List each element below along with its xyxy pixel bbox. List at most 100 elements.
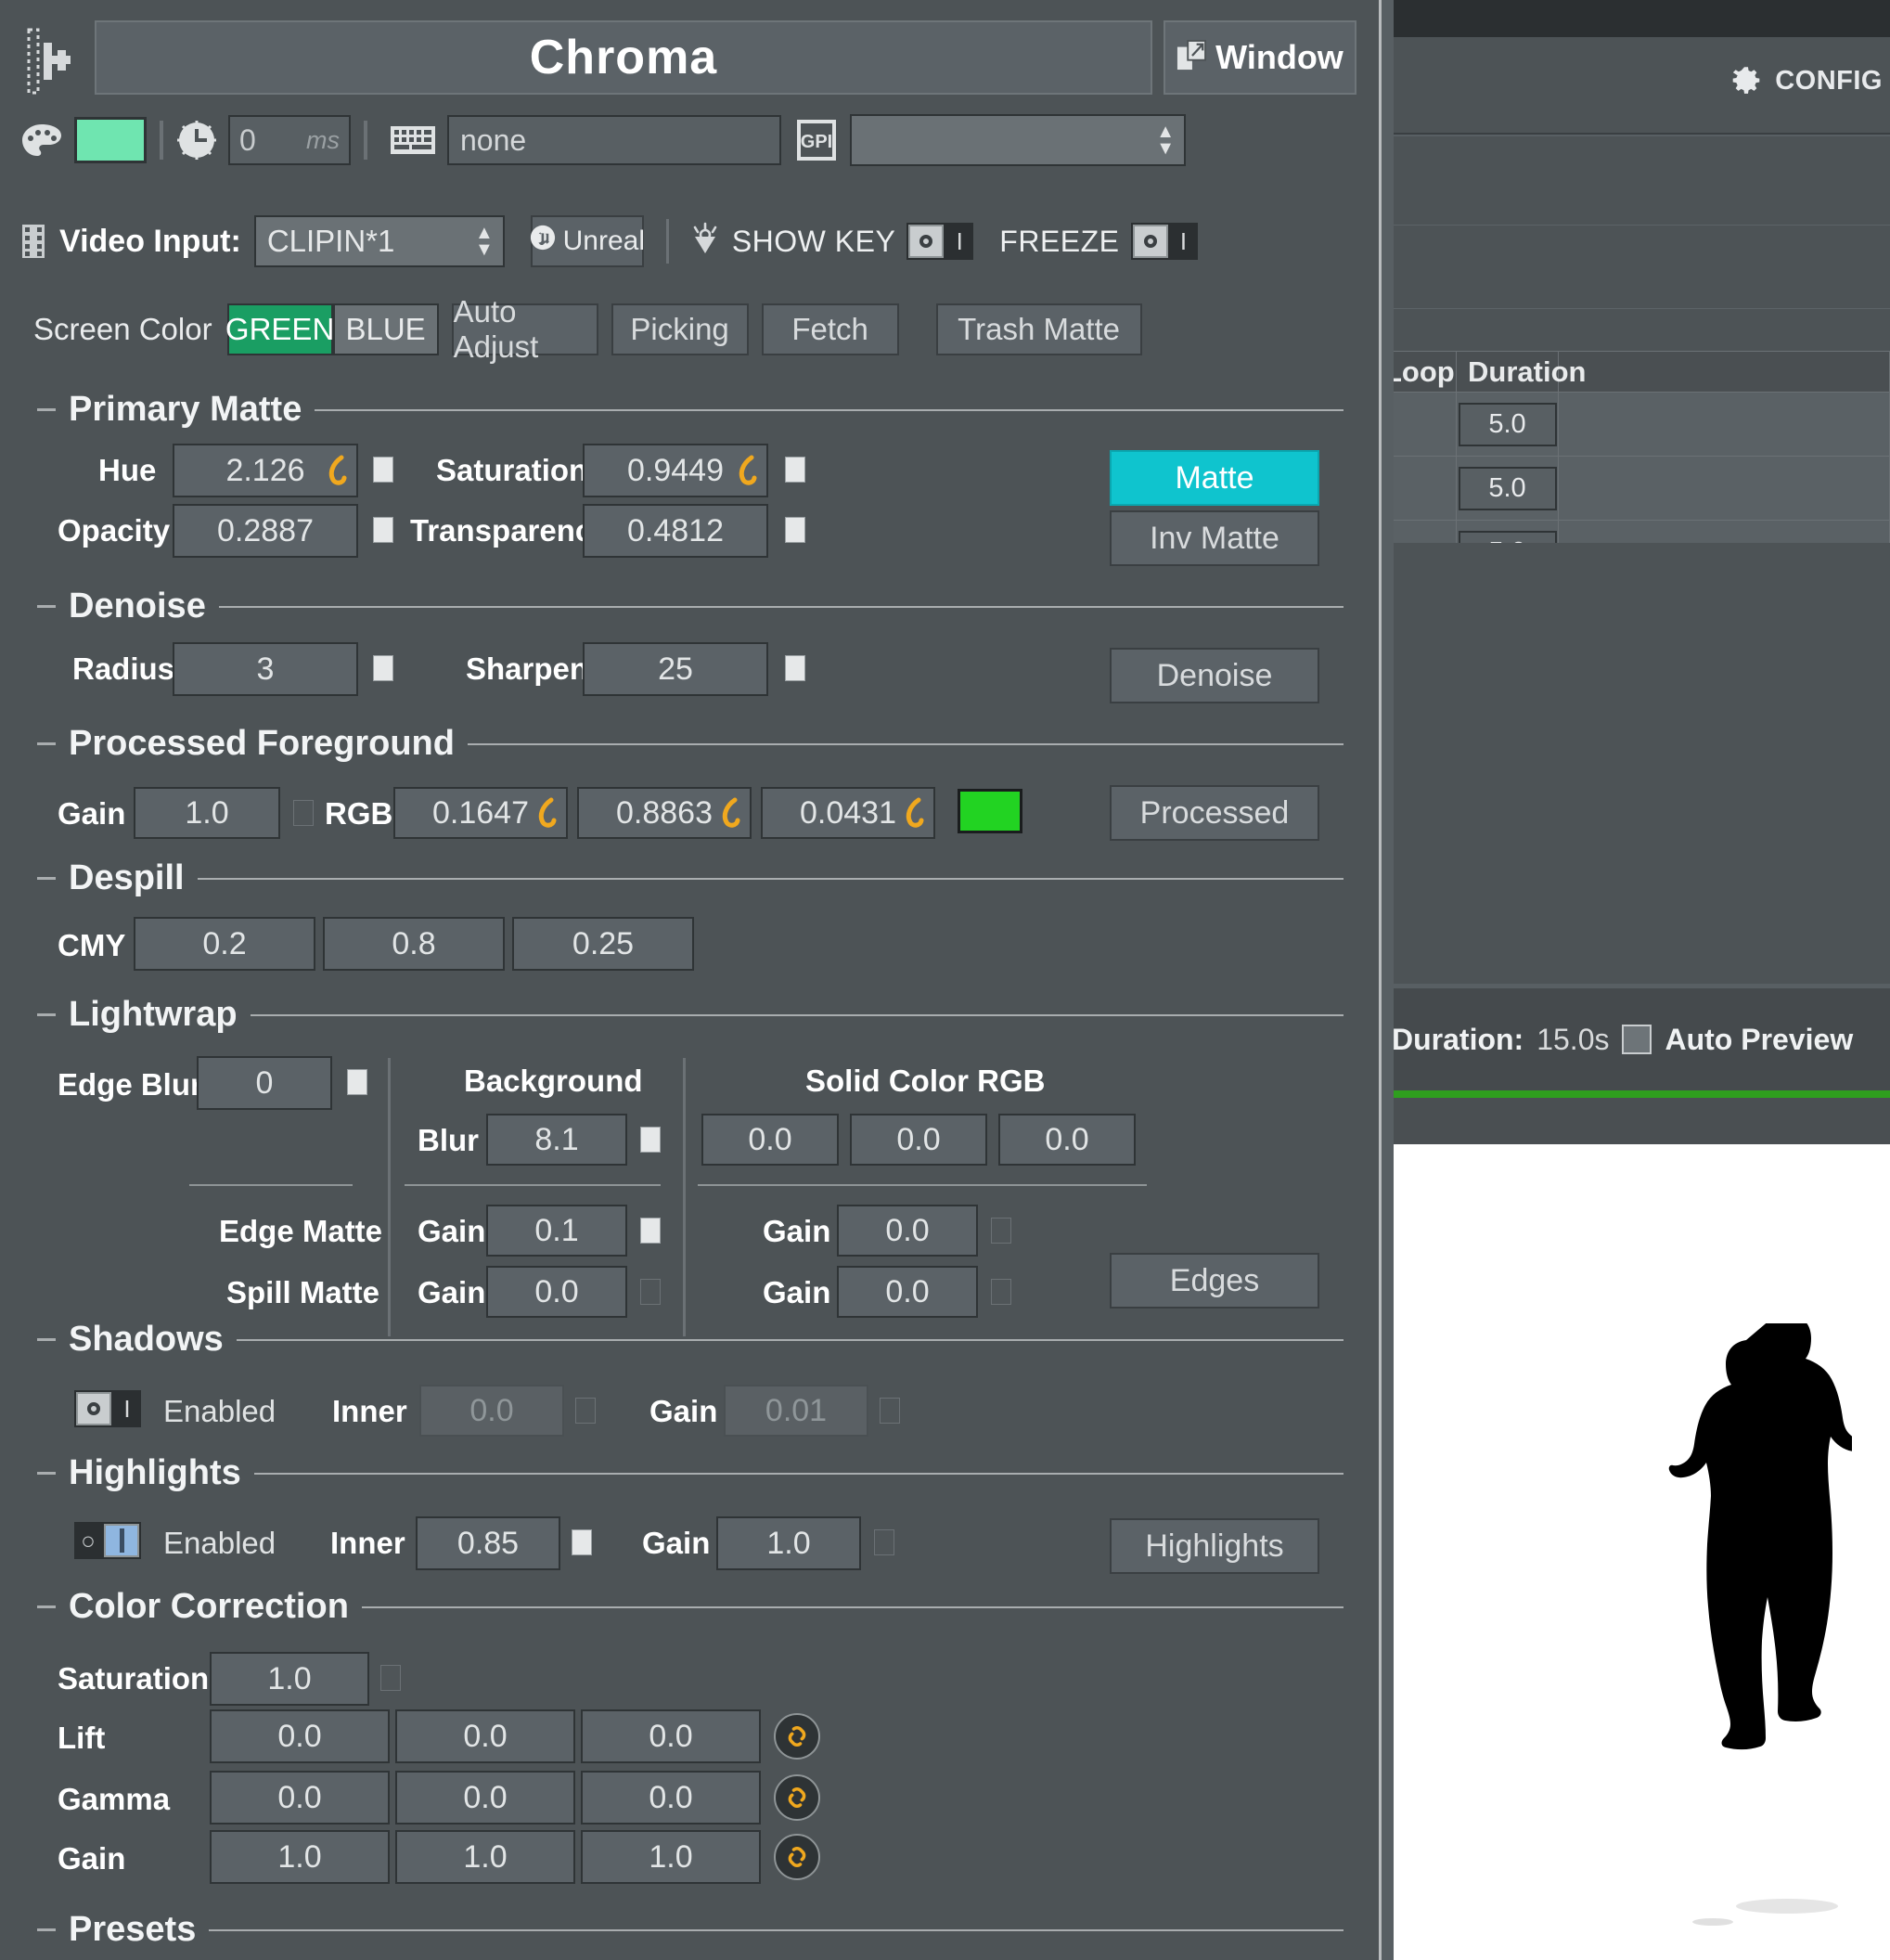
shortcut-field[interactable]: none [447, 115, 781, 165]
solid-g-field[interactable]: 0.0 [850, 1114, 987, 1166]
pfg-color-preview[interactable] [958, 789, 1022, 833]
sharpen-keyframe-toggle[interactable] [785, 655, 805, 681]
edge-matte-bg-gain-field[interactable]: 0.1 [486, 1205, 627, 1257]
table-row[interactable]: 5.0 [1373, 393, 1890, 457]
saturation-keyframe-toggle[interactable] [785, 457, 805, 483]
screen-color-blue[interactable]: BLUE [333, 303, 439, 355]
curve-icon [718, 797, 742, 829]
pfg-b-field[interactable]: 0.0431 [761, 787, 935, 839]
chain-link-icon[interactable] [774, 1713, 820, 1760]
solid-r-field[interactable]: 0.0 [701, 1114, 839, 1166]
cc-saturation-keyframe-toggle[interactable] [380, 1665, 401, 1691]
table-row[interactable]: 5.0 [1373, 457, 1890, 521]
transparency-field[interactable]: 0.4812 [583, 504, 768, 558]
radius-field[interactable]: 3 [173, 642, 358, 696]
highlights-group-header: Highlights [37, 1453, 1344, 1493]
despill-c-field[interactable]: 0.2 [134, 917, 315, 971]
inv-matte-button[interactable]: Inv Matte [1110, 510, 1319, 566]
page-title: Chroma [530, 30, 717, 85]
shadows-gain-field[interactable]: 0.01 [724, 1385, 868, 1437]
edge-blur-field[interactable]: 0 [197, 1056, 332, 1110]
config-button[interactable]: CONFIG [1730, 65, 1883, 97]
cell-duration[interactable]: 5.0 [1457, 457, 1559, 520]
cc-gamma-b-field[interactable]: 0.0 [581, 1771, 761, 1825]
column-divider [388, 1058, 391, 1336]
bg-blur-keyframe-toggle[interactable] [640, 1127, 661, 1153]
window-button[interactable]: Window [1164, 20, 1356, 95]
chain-link-icon[interactable] [774, 1774, 820, 1821]
palette-icon[interactable] [20, 122, 63, 158]
chain-link-icon[interactable] [774, 1834, 820, 1880]
matte-button[interactable]: Matte [1110, 450, 1319, 506]
show-key-toggle[interactable]: I [906, 223, 973, 260]
trash-matte-button[interactable]: Trash Matte [936, 303, 1142, 355]
screen-color-green[interactable]: GREEN [227, 303, 333, 355]
fetch-button[interactable]: Fetch [762, 303, 899, 355]
duration-field[interactable]: 5.0 [1459, 403, 1557, 446]
color-swatch[interactable] [74, 117, 147, 163]
pfg-g-field[interactable]: 0.8863 [577, 787, 752, 839]
delay-field[interactable]: 0 ms [228, 115, 351, 165]
gpi-select[interactable]: ▲▼ [850, 114, 1186, 166]
edge-blur-keyframe-toggle[interactable] [347, 1069, 367, 1095]
cc-gamma-g-field[interactable]: 0.0 [395, 1771, 575, 1825]
despill-m-field[interactable]: 0.8 [323, 917, 505, 971]
delay-value: 0 [239, 123, 256, 158]
cc-gain-g-field[interactable]: 1.0 [395, 1830, 575, 1884]
processed-button[interactable]: Processed [1110, 785, 1319, 841]
cell-duration[interactable]: 5.0 [1457, 393, 1559, 456]
column-header-blank [1559, 352, 1890, 392]
cc-gain-r-field[interactable]: 1.0 [210, 1830, 390, 1884]
radius-keyframe-toggle[interactable] [373, 655, 393, 681]
pfg-r-field[interactable]: 0.1647 [393, 787, 568, 839]
primary-matte-group-header: Primary Matte [37, 390, 1344, 430]
shadows-inner-field[interactable]: 0.0 [419, 1385, 564, 1437]
shadows-gain-keyframe-toggle[interactable] [880, 1398, 900, 1424]
solid-b-field[interactable]: 0.0 [998, 1114, 1136, 1166]
presets-group-header: Presets [37, 1910, 1344, 1950]
panel-title-box[interactable]: Chroma [95, 20, 1152, 95]
opacity-keyframe-toggle[interactable] [373, 517, 393, 543]
highlights-gain-keyframe-toggle[interactable] [874, 1529, 894, 1555]
denoise-button[interactable]: Denoise [1110, 648, 1319, 703]
spill-matte-bg-keyframe-toggle[interactable] [640, 1279, 661, 1305]
edge-matte-bg-keyframe-toggle[interactable] [640, 1218, 661, 1244]
cc-lift-b-field[interactable]: 0.0 [581, 1709, 761, 1763]
bg-blur-field[interactable]: 8.1 [486, 1114, 627, 1166]
cc-saturation-field[interactable]: 1.0 [210, 1652, 369, 1706]
shadows-inner-keyframe-toggle[interactable] [575, 1398, 596, 1424]
auto-adjust-button[interactable]: Auto Adjust [452, 303, 598, 355]
freeze-toggle[interactable]: I [1131, 223, 1198, 260]
edge-matte-solid-keyframe-toggle[interactable] [991, 1218, 1011, 1244]
transparency-keyframe-toggle[interactable] [785, 517, 805, 543]
hue-field[interactable]: 2.126 [173, 444, 358, 497]
highlights-inner-field[interactable]: 0.85 [416, 1516, 560, 1570]
opacity-field[interactable]: 0.2887 [173, 504, 358, 558]
duration-field[interactable]: 5.0 [1459, 467, 1557, 510]
spill-matte-solid-gain-field[interactable]: 0.0 [837, 1266, 978, 1318]
cc-lift-r-field[interactable]: 0.0 [210, 1709, 390, 1763]
pfg-gain-keyframe-toggle[interactable] [293, 800, 314, 826]
sharpen-field[interactable]: 25 [583, 642, 768, 696]
shadows-enabled-toggle[interactable]: I [74, 1390, 141, 1427]
saturation-field[interactable]: 0.9449 [583, 444, 768, 497]
cc-gain-b-field[interactable]: 1.0 [581, 1830, 761, 1884]
edge-matte-solid-gain-field[interactable]: 0.0 [837, 1205, 978, 1257]
spill-matte-bg-gain-field[interactable]: 0.0 [486, 1266, 627, 1318]
highlights-button[interactable]: Highlights [1110, 1518, 1319, 1574]
auto-preview-checkbox[interactable] [1622, 1025, 1652, 1054]
edges-button[interactable]: Edges [1110, 1253, 1319, 1309]
highlights-inner-keyframe-toggle[interactable] [572, 1529, 592, 1555]
hue-keyframe-toggle[interactable] [373, 457, 393, 483]
cc-lift-g-field[interactable]: 0.0 [395, 1709, 575, 1763]
despill-y-field[interactable]: 0.25 [512, 917, 694, 971]
pfg-gain-field[interactable]: 1.0 [134, 787, 280, 839]
video-input-select[interactable]: CLIPIN*1 ▲▼ [254, 215, 505, 267]
spill-matte-solid-keyframe-toggle[interactable] [991, 1279, 1011, 1305]
highlights-enabled-toggle[interactable]: ○ [74, 1522, 141, 1559]
highlights-gain-field[interactable]: 1.0 [716, 1516, 861, 1570]
picking-button[interactable]: Picking [611, 303, 749, 355]
cc-gamma-r-field[interactable]: 0.0 [210, 1771, 390, 1825]
add-layer-icon[interactable] [23, 28, 73, 95]
unreal-button[interactable]: Unreal [531, 215, 644, 267]
